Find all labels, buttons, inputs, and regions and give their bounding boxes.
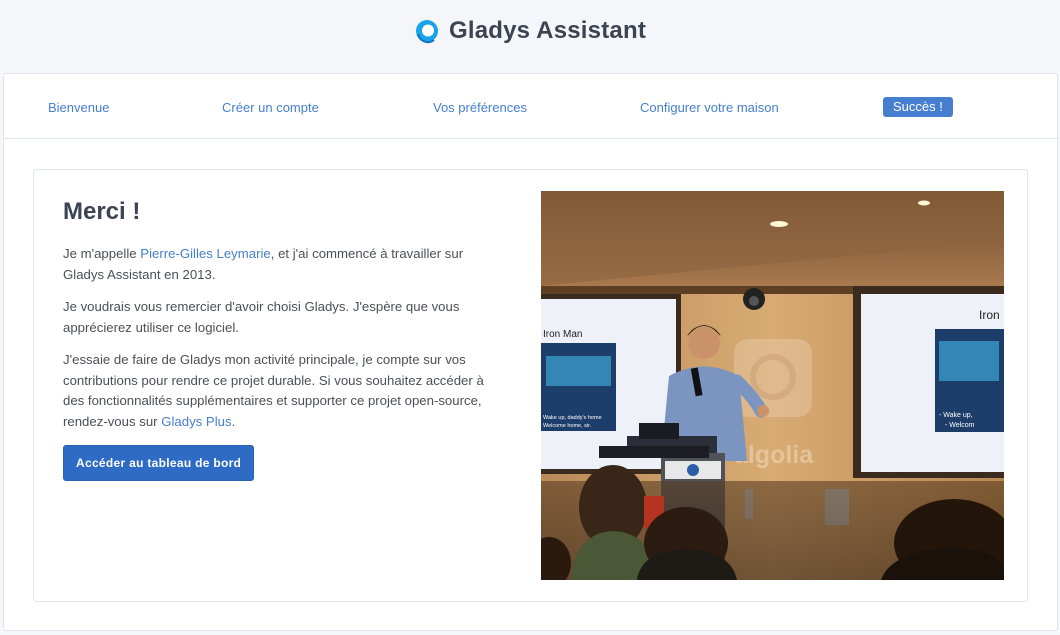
left-screen-caption-2: Welcome home, sir. — [543, 423, 592, 429]
right-screen-title: Iron — [979, 308, 1000, 322]
support-paragraph: J'essaie de faire de Gladys mon activité… — [63, 352, 484, 429]
gladys-logo-icon — [414, 18, 440, 44]
app-header: Gladys Assistant — [0, 0, 1060, 62]
signup-steps-nav: Bienvenue Créer un compte Vos préférence… — [4, 74, 1057, 139]
right-screen-caption-2: - Welcom — [945, 422, 975, 429]
author-link[interactable]: Pierre-Gilles Leymarie — [140, 246, 270, 261]
step-bienvenue[interactable]: Bienvenue — [48, 100, 109, 116]
left-screen-title: Iron Man — [543, 329, 582, 340]
intro-paragraph: Je m'appelle Pierre-Gilles Leymarie, et … — [63, 246, 464, 282]
left-screen-caption-1: Wake up, daddy's home — [543, 415, 602, 421]
thanks-text-column: Merci ! Je m'appelle Pierre-Gilles Leyma… — [63, 198, 503, 481]
signup-card: Bienvenue Créer un compte Vos préférence… — [3, 73, 1058, 631]
right-screen-caption-1: - Wake up, — [939, 412, 973, 419]
speaker-photo: Iron Man Wake up, daddy's home Welcome h… — [541, 191, 1004, 580]
gladys-plus-link[interactable]: Gladys Plus — [161, 414, 231, 429]
step-succes[interactable]: Succès ! — [883, 97, 953, 117]
success-panel: Merci ! Je m'appelle Pierre-Gilles Leyma… — [33, 169, 1028, 602]
go-to-dashboard-button[interactable]: Accéder au tableau de bord — [63, 445, 255, 481]
app-title: Gladys Assistant — [448, 17, 647, 44]
step-preferences[interactable]: Vos préférences — [433, 100, 527, 116]
page-title: Merci ! — [63, 198, 141, 225]
thanks-paragraph: Je voudrais vous remercier d'avoir chois… — [63, 299, 460, 335]
step-creer-compte[interactable]: Créer un compte — [222, 100, 319, 116]
step-configurer-maison[interactable]: Configurer votre maison — [640, 100, 779, 116]
